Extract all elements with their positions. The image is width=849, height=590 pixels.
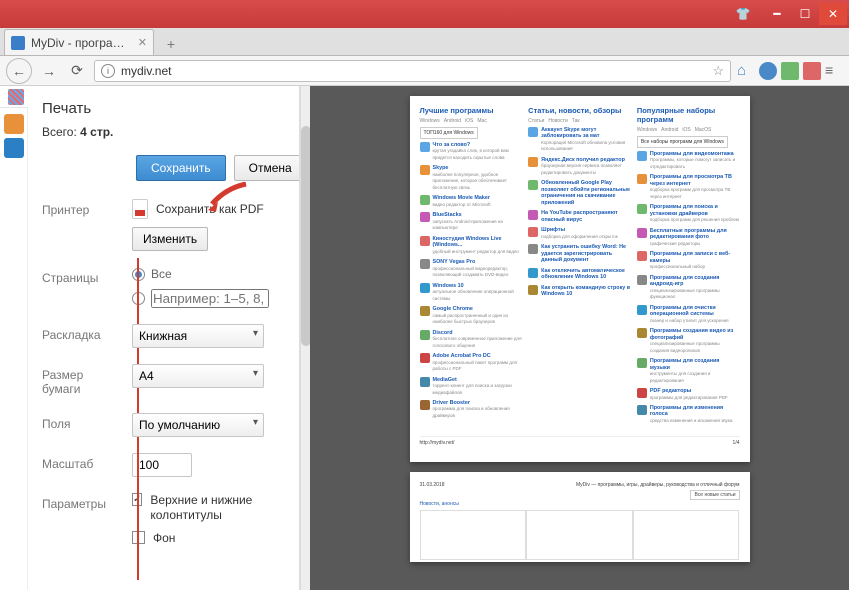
scale-label: Масштаб: [42, 453, 122, 471]
new-tab-button[interactable]: +: [160, 33, 182, 55]
home-icon[interactable]: ⌂: [737, 62, 755, 80]
preview-page-1: Лучшие программы WindowsAndroidiOSMac ТО…: [410, 96, 750, 462]
pages-label: Страницы: [42, 267, 122, 285]
change-printer-button[interactable]: Изменить: [132, 227, 208, 251]
tab-strip: MyDiv - программы, иг... ✕ +: [0, 28, 849, 56]
layout-select[interactable]: Книжная: [132, 324, 264, 348]
url-input[interactable]: i mydiv.net ☆: [94, 60, 731, 82]
menu-icon[interactable]: ≡: [825, 62, 843, 80]
pages-range-input[interactable]: [151, 289, 269, 308]
paper-select[interactable]: A4: [132, 364, 264, 388]
address-bar: ← → ⟳ i mydiv.net ☆ ⌂ ≡: [0, 56, 849, 86]
headers-label: Верхние и нижние колонтитулы: [150, 493, 285, 523]
close-tab-icon[interactable]: ✕: [138, 36, 147, 49]
window-titlebar: 👕 ━ ☐ ✕: [0, 0, 849, 28]
background-label: Фон: [153, 531, 175, 545]
sidebar-scrollbar[interactable]: [300, 86, 310, 590]
tshirt-icon[interactable]: 👕: [729, 3, 757, 25]
tab-title: MyDiv - программы, иг...: [31, 36, 132, 50]
pages-all-label: Все: [151, 267, 172, 281]
extension-icon[interactable]: [781, 62, 799, 80]
back-button[interactable]: ←: [6, 58, 32, 84]
margins-select[interactable]: По умолчанию: [132, 413, 264, 437]
print-dialog: Печать Всего: 4 стр. Сохранить Отмена Пр…: [28, 86, 849, 590]
pdf-icon: [132, 199, 148, 219]
page-sidebar: [0, 108, 28, 590]
sidebar-icon[interactable]: [4, 114, 24, 134]
layout-label: Раскладка: [42, 324, 122, 342]
margins-label: Поля: [42, 413, 122, 431]
bookmark-item[interactable]: [8, 89, 24, 105]
extension-icon-2[interactable]: [803, 62, 821, 80]
globe-icon[interactable]: [759, 62, 777, 80]
preview-column-1: Лучшие программы WindowsAndroidiOSMac ТО…: [420, 106, 523, 428]
reload-button[interactable]: ⟳: [66, 60, 88, 82]
toolbar-icons: ⌂ ≡: [737, 62, 843, 80]
printer-label: Принтер: [42, 199, 122, 217]
cancel-button[interactable]: Отмена: [234, 155, 300, 181]
printer-destination: Сохранить как PDF: [156, 202, 264, 216]
close-window-button[interactable]: ✕: [819, 3, 847, 25]
print-preview[interactable]: Лучшие программы WindowsAndroidiOSMac ТО…: [310, 86, 849, 590]
print-title: Печать: [42, 100, 285, 117]
scale-input[interactable]: [132, 453, 192, 477]
site-info-icon[interactable]: i: [101, 64, 115, 78]
url-text: mydiv.net: [121, 64, 706, 78]
print-settings-panel: Печать Всего: 4 стр. Сохранить Отмена Пр…: [28, 86, 300, 590]
browser-tab[interactable]: MyDiv - программы, иг... ✕: [4, 29, 154, 55]
minimize-button[interactable]: ━: [763, 3, 791, 25]
maximize-button[interactable]: ☐: [791, 3, 819, 25]
options-label: Параметры: [42, 493, 122, 511]
forward-button[interactable]: →: [38, 60, 60, 82]
preview-column-2: Статьи, новости, обзоры СтатьиНовостиТак…: [528, 106, 631, 428]
bookmark-star-icon[interactable]: ☆: [712, 63, 724, 79]
print-total: Всего: 4 стр.: [42, 125, 285, 139]
save-button[interactable]: Сохранить: [136, 155, 226, 181]
favicon-icon: [11, 36, 25, 50]
paper-label: Размер бумаги: [42, 364, 122, 397]
preview-column-3: Популярные наборы программ WindowsAndroi…: [637, 106, 740, 428]
preview-page-2: 31.03.2018MyDiv — программы, игры, драйв…: [410, 472, 750, 562]
sidebar-icon[interactable]: [4, 138, 24, 158]
